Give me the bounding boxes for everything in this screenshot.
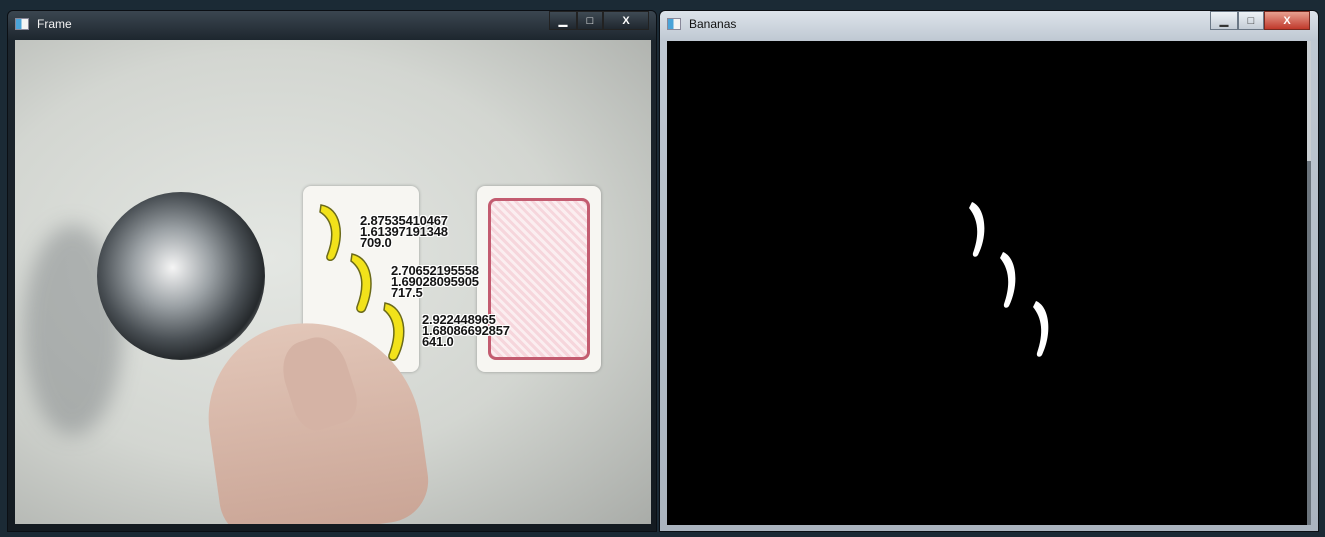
window-title: Frame (37, 17, 72, 31)
minimize-button[interactable]: ▁ (1210, 11, 1238, 30)
banana-mask-icon (1033, 301, 1049, 357)
banana-contour-icon (319, 204, 342, 261)
minimize-button[interactable]: ▁ (549, 11, 577, 30)
banana-mask-view (667, 41, 1311, 525)
scrollbar-thumb[interactable] (1307, 41, 1311, 161)
close-button[interactable]: X (603, 11, 649, 30)
detection-label-2: 2.70652195558 1.69028095905 717.5 (391, 264, 479, 299)
maximize-button[interactable]: □ (1238, 11, 1264, 30)
frame-window: Frame ▁ □ X 2.87535410467 1.61397191348 … (7, 10, 657, 532)
banana-contour-icon (350, 253, 372, 313)
mask-blobs (969, 202, 1049, 357)
detection-label-1: 2.87535410467 1.61397191348 709.0 (360, 214, 448, 249)
banana-mask-icon (969, 202, 985, 257)
bananas-window: Bananas ▁ □ X (659, 10, 1319, 532)
close-button[interactable]: X (1264, 11, 1310, 30)
banana-contours (319, 204, 405, 361)
maximize-button[interactable]: □ (577, 11, 603, 30)
detection-label-3: 2.922448965 1.68086692857 641.0 (422, 313, 510, 348)
scrollbar-track[interactable] (1307, 41, 1311, 525)
title-bar[interactable]: Frame ▁ □ X (8, 11, 656, 39)
banana-contour-icon (383, 302, 405, 361)
camera-frame: 2.87535410467 1.61397191348 709.0 2.7065… (15, 40, 651, 524)
app-window-icon (15, 18, 29, 30)
banana-mask-icon (1000, 252, 1016, 308)
title-bar[interactable]: Bananas ▁ □ X (660, 11, 1318, 39)
window-title: Bananas (689, 17, 737, 31)
app-window-icon (667, 18, 681, 30)
